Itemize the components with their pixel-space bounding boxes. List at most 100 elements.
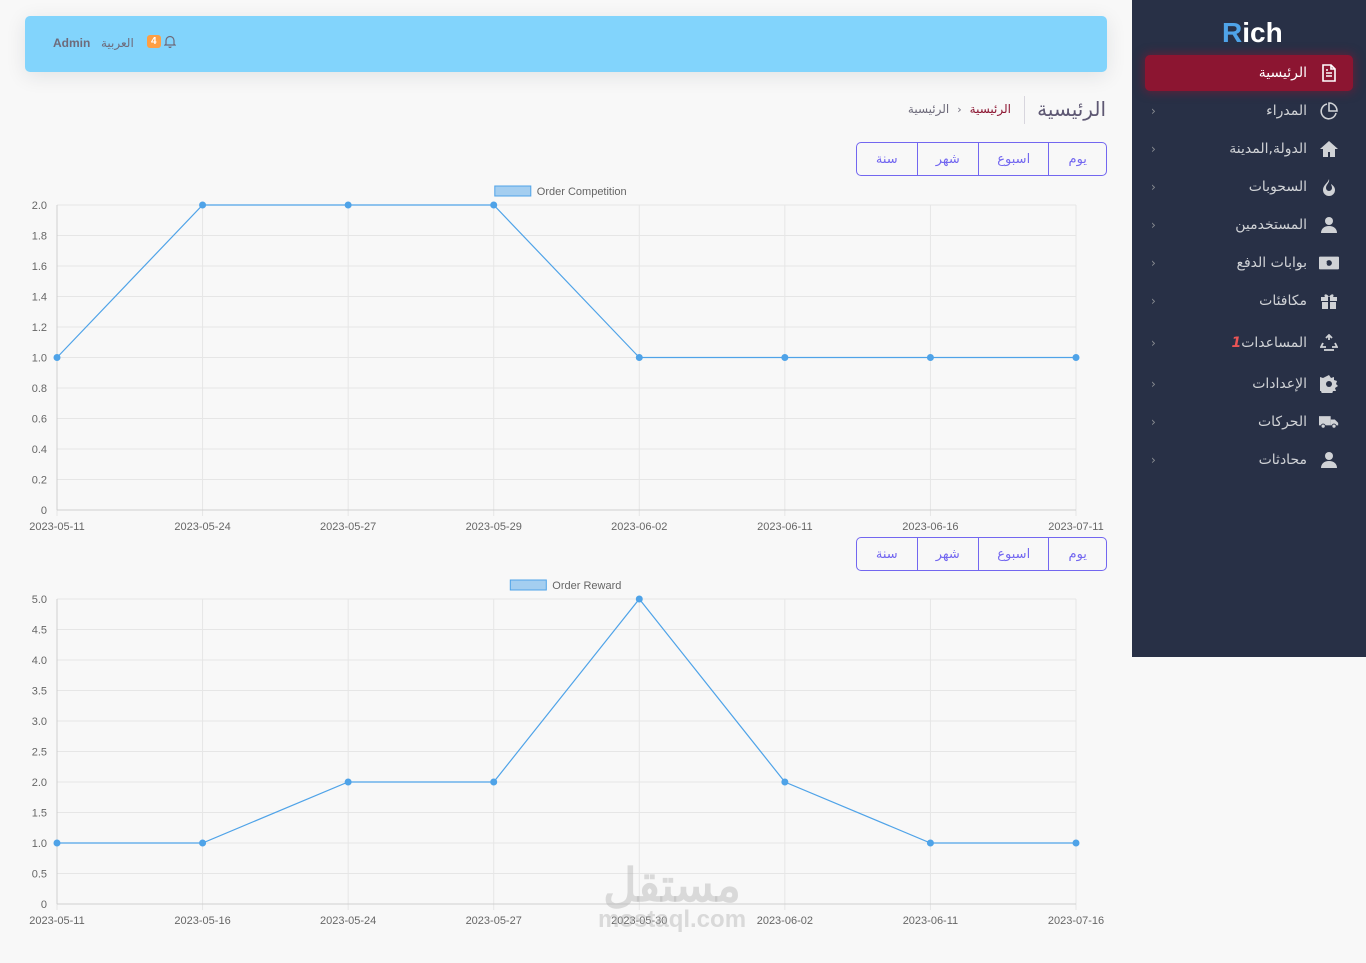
period-year-button[interactable]: سنة [857, 143, 917, 175]
user-name[interactable]: Admin [53, 36, 90, 50]
brand-logo-letter: R [1222, 17, 1243, 48]
brand-logo[interactable]: Rich [1222, 17, 1283, 48]
y-tick-label: 1.4 [32, 292, 47, 304]
sidebar-item-chats[interactable]: ‹ محادثات [1145, 442, 1353, 478]
period-month-button[interactable]: شهر [916, 538, 979, 570]
legend-swatch [494, 185, 532, 197]
breadcrumb-home-link[interactable]: الرئيسية [970, 102, 1011, 116]
mostaql-watermark: مستقل mostaql.com [598, 862, 746, 932]
legend-swatch [509, 579, 547, 591]
data-point [1072, 839, 1080, 847]
period-week-button[interactable]: اسبوع [978, 538, 1048, 570]
y-tick-label: 0.2 [32, 475, 47, 487]
sidebar-item-label: الحركات [1257, 414, 1307, 430]
legend-label: Order Competition [537, 186, 627, 198]
sidebar-item-users[interactable]: ‹ المستخدمين [1145, 207, 1353, 243]
period-year-button[interactable]: سنة [857, 538, 917, 570]
sidebar-item-label: مكافئات [1259, 293, 1307, 309]
data-point [490, 778, 498, 786]
gift-icon [1319, 291, 1339, 311]
sidebar-item-label: الدولة,المدينة [1229, 141, 1307, 157]
y-tick-label: 1.8 [32, 231, 47, 243]
language-switch[interactable]: العربية [101, 36, 134, 50]
brand-logo-text: ich [1242, 17, 1283, 48]
bell-icon [163, 35, 176, 48]
y-tick-label: 1.6 [32, 261, 47, 273]
sidebar-item-label: محادثات [1258, 452, 1307, 468]
y-tick-label: 4.0 [32, 655, 47, 667]
x-tick-label: 2023-05-29 [466, 521, 522, 533]
y-tick-label: 0.8 [32, 383, 47, 395]
data-point [926, 839, 934, 847]
sidebar-item-draws[interactable]: ‹ السحوبات [1145, 169, 1353, 205]
sidebar-item-label: الرئيسية [1258, 65, 1307, 81]
title-divider [1024, 96, 1025, 124]
period-filter-group-1: يوم اسبوع شهر سنة [856, 142, 1107, 176]
x-tick-label: 2023-06-11 [757, 521, 812, 533]
gear-icon [1319, 374, 1339, 394]
sidebar-item-label: المستخدمين [1235, 217, 1307, 233]
home-icon [1319, 139, 1339, 159]
data-point [199, 839, 207, 847]
sidebar-item-assistance[interactable]: ‹ المساعدات1 [1145, 325, 1353, 361]
y-tick-label: 0 [41, 505, 47, 517]
breadcrumb-current: الرئيسية [907, 102, 950, 116]
x-tick-label: 2023-06-16 [902, 521, 958, 533]
x-tick-label: 2023-05-11 [29, 915, 84, 927]
sidebar-item-label: المساعدات1 [1231, 335, 1307, 351]
period-day-button[interactable]: يوم [1048, 538, 1106, 570]
y-tick-label: 1.0 [32, 353, 47, 365]
x-tick-label: 2023-07-11 [1048, 521, 1103, 533]
top-navbar: Admin العربية 4 [25, 16, 1107, 72]
data-point [490, 201, 498, 209]
notification-count-badge: 4 [147, 35, 161, 48]
sidebar-item-transactions[interactable]: ‹ الحركات [1145, 404, 1353, 440]
sidebar-item-managers[interactable]: ‹ المدراء [1145, 93, 1353, 129]
sidebar-item-home[interactable]: الرئيسية [1145, 55, 1353, 91]
main-sidebar: Rich الرئيسية ‹ المدراء ‹ الدولة,المدينة… [1132, 0, 1366, 657]
recycle-icon [1319, 333, 1339, 353]
y-tick-label: 3.0 [32, 716, 47, 728]
svg-text:0: 0 [1324, 261, 1328, 267]
watermark-arabic: مستقل [603, 859, 741, 911]
period-filter-group-2: يوم اسبوع شهر سنة [856, 537, 1107, 571]
sidebar-item-payment-gateways[interactable]: ‹ 0 بوابات الدفع [1145, 245, 1353, 281]
chevron-left-icon: ‹ [1151, 377, 1156, 391]
sidebar-item-label: المدراء [1266, 103, 1307, 119]
sidebar-item-rewards[interactable]: ‹ مكافئات [1145, 283, 1353, 319]
sidebar-item-country-city[interactable]: ‹ الدولة,المدينة [1145, 131, 1353, 167]
chart-legend: Order Competition [494, 185, 627, 198]
x-tick-label: 2023-05-24 [320, 915, 376, 927]
period-week-button[interactable]: اسبوع [978, 143, 1048, 175]
period-month-button[interactable]: شهر [916, 143, 979, 175]
sidebar-item-label-text: المساعدات [1241, 335, 1307, 351]
y-tick-label: 2.0 [32, 777, 47, 789]
sidebar-item-settings[interactable]: ‹ الإعدادات [1145, 366, 1353, 402]
order-competition-chart: Order Competition 0 0.2 0.4 0.6 0.8 1.0 1.2 1.4 1… [29, 185, 1104, 533]
y-tick-label: 0.6 [32, 414, 47, 426]
x-tick-label: 2023-05-27 [320, 521, 376, 533]
breadcrumb: الرئيسية ‹ الرئيسية [908, 102, 1011, 116]
y-tick-label: 5.0 [32, 594, 47, 606]
notifications-button[interactable]: 4 [147, 35, 176, 48]
page-title: الرئيسية [1037, 97, 1106, 121]
chevron-left-icon: ‹ [1151, 336, 1156, 350]
sidebar-item-badge: 1 [1231, 335, 1242, 351]
y-tick-label: 1.0 [32, 838, 47, 850]
x-tick-label: 2023-05-24 [174, 521, 230, 533]
user-icon [1319, 450, 1339, 470]
period-day-button[interactable]: يوم [1048, 143, 1106, 175]
sidebar-item-label: السحوبات [1248, 179, 1307, 195]
data-point [344, 778, 352, 786]
fire-icon [1319, 177, 1339, 197]
pie-chart-icon [1319, 101, 1339, 121]
chevron-left-icon: ‹ [1151, 180, 1156, 194]
chevron-left-icon: ‹ [1151, 218, 1156, 232]
data-point [344, 201, 352, 209]
y-tick-label: 4.5 [32, 625, 47, 637]
series-line [56, 204, 1076, 359]
chevron-left-icon: ‹ [1151, 415, 1156, 429]
y-tick-label: 0.5 [32, 869, 47, 881]
data-point [199, 201, 207, 209]
order-reward-chart: Order Reward 0 0.5 1.0 1.5 2.0 2.5 3.0 3.5 4.0 4.5… [29, 579, 1104, 927]
